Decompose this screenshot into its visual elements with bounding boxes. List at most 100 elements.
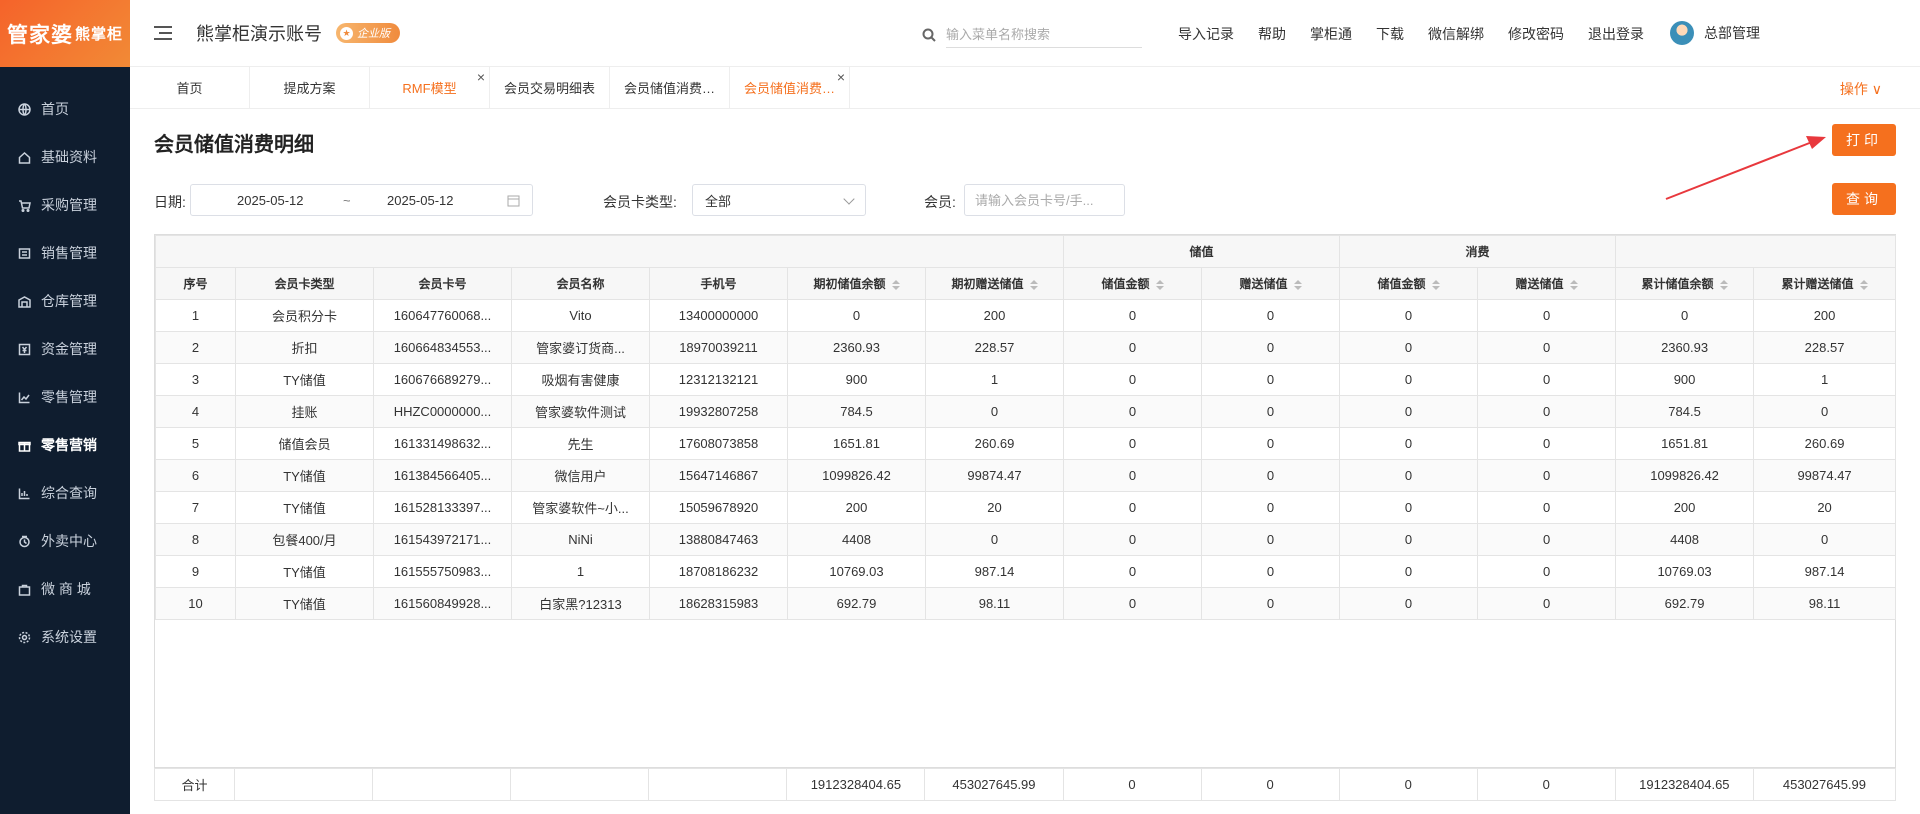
table-cell: 0: [924, 395, 1065, 428]
table-cell: 0: [1477, 331, 1617, 364]
tab-3[interactable]: RMF模型 ×: [370, 67, 490, 108]
table-cell: NiNi: [511, 523, 650, 556]
bar-icon: [18, 488, 30, 499]
top-link-5[interactable]: 微信解绑: [1428, 24, 1484, 44]
sidebar-item-10[interactable]: 外卖中心: [0, 517, 130, 565]
menu-fold-icon[interactable]: [154, 26, 172, 40]
sort-icon[interactable]: [1859, 279, 1868, 290]
top-link-7[interactable]: 退出登录: [1588, 24, 1644, 44]
sidebar-item-6[interactable]: 资金管理: [0, 325, 130, 373]
table-cell: 98.11: [924, 587, 1065, 620]
top-link-3[interactable]: 掌柜通: [1310, 24, 1352, 44]
table-cell: 0: [1339, 459, 1479, 492]
sidebar-item-2[interactable]: 基础资料: [0, 133, 130, 181]
calendar-icon: [507, 195, 520, 207]
tab-label: 提成方案: [283, 81, 336, 96]
table-cell: 200: [1615, 491, 1755, 524]
table-cell: 0: [1201, 299, 1341, 332]
table-row[interactable]: 9 TY储值 161555750983... 1 18708186232 10769.03…: [155, 555, 1897, 588]
column-header: 会员名称: [511, 267, 650, 300]
sort-icon[interactable]: [1293, 279, 1302, 290]
column-header[interactable]: 储值金额: [1339, 267, 1479, 300]
top-link-1[interactable]: 导入记录: [1178, 24, 1234, 44]
date-range-picker[interactable]: 2025-05-12 ~ 2025-05-12: [190, 184, 533, 216]
table-cell: 0: [1339, 555, 1479, 588]
table-cell: 0: [1201, 395, 1341, 428]
sidebar-item-1[interactable]: 首页: [0, 85, 130, 133]
table-cell: 160676689279...: [373, 363, 512, 396]
table-cell: 161331498632...: [373, 427, 512, 460]
column-header[interactable]: 累计储值余额: [1615, 267, 1755, 300]
table-row[interactable]: 7 TY储值 161528133397... 管家婆软件~小... 1505967892…: [155, 491, 1897, 524]
query-button[interactable]: 查询: [1832, 183, 1896, 215]
close-icon[interactable]: ×: [837, 69, 845, 85]
table-row[interactable]: 10 TY储值 161560849928... 白家黑?12313 1862831598…: [155, 587, 1897, 620]
logo-sub: 熊掌柜: [74, 26, 123, 43]
table-row[interactable]: 4 挂账 HHZC0000000... 管家婆软件测试 19932807258 784.5…: [155, 395, 1897, 428]
sales-icon: [18, 247, 31, 259]
sidebar-item-label: 零售管理: [41, 389, 97, 405]
page-tabs: 首页 提成方案 RMF模型 × 会员交易明细表 会员储值消费… 会员储值消费… ×: [130, 67, 1920, 109]
top-link-2[interactable]: 帮助: [1258, 24, 1286, 44]
table-row[interactable]: 8 包餐400/月 161543972171... NiNi 13880847463 44…: [155, 523, 1897, 556]
tab-label: 首页: [176, 81, 203, 96]
column-header[interactable]: 累计赠送储值: [1753, 267, 1897, 300]
sort-icon[interactable]: [891, 279, 900, 290]
table-cell: 161543972171...: [373, 523, 512, 556]
tab-5[interactable]: 会员储值消费…: [610, 67, 730, 108]
tab-1[interactable]: 首页: [130, 67, 250, 108]
sidebar-item-label: 微 商 城: [41, 581, 91, 597]
sort-icon[interactable]: [1155, 279, 1164, 290]
table-row[interactable]: 2 折扣 160664834553... 管家婆订货商... 18970039211 23…: [155, 331, 1897, 364]
table-row[interactable]: 3 TY储值 160676689279... 吸烟有害健康 12312132121 900…: [155, 363, 1897, 396]
column-header[interactable]: 赠送储值: [1201, 267, 1341, 300]
column-header-label: 会员名称: [556, 277, 605, 291]
table-cell: 987.14: [924, 555, 1065, 588]
print-button[interactable]: 打印: [1832, 124, 1896, 156]
table-cell: 0: [1753, 395, 1897, 428]
sort-icon[interactable]: [1029, 279, 1038, 290]
table-cell: 15059678920: [649, 491, 788, 524]
column-header[interactable]: 期初储值余额: [787, 267, 926, 300]
sidebar-item-4[interactable]: 销售管理: [0, 229, 130, 277]
sidebar-item-11[interactable]: 微 商 城: [0, 565, 130, 613]
sidebar-item-12[interactable]: 系统设置: [0, 613, 130, 661]
menu-search-input[interactable]: [946, 22, 1142, 48]
sidebar-item-3[interactable]: 采购管理: [0, 181, 130, 229]
top-link-6[interactable]: 修改密码: [1508, 24, 1564, 44]
tab-operations[interactable]: 操作 ∨: [1840, 79, 1882, 99]
sidebar-item-5[interactable]: 仓库管理: [0, 277, 130, 325]
brand-logo[interactable]: 管家婆 熊掌柜: [0, 0, 130, 67]
table-row[interactable]: 1 会员积分卡 160647760068... Vito 13400000000 0 200…: [155, 299, 1897, 332]
user-menu[interactable]: 总部管理: [1670, 21, 1760, 45]
member-input[interactable]: [964, 184, 1125, 216]
table-cell: 784.5: [1615, 395, 1755, 428]
tab-6[interactable]: 会员储值消费… ×: [730, 67, 850, 108]
column-header[interactable]: 储值金额: [1063, 267, 1203, 300]
column-header-label: 期初储值余额: [813, 277, 886, 291]
card-type-select[interactable]: 全部: [692, 184, 866, 216]
column-header[interactable]: 赠送储值: [1477, 267, 1617, 300]
table-cell: 200: [787, 491, 926, 524]
table-cell: 0: [1201, 331, 1341, 364]
table-cell: 1: [511, 555, 650, 588]
sidebar-item-8[interactable]: 零售营销: [0, 421, 130, 469]
user-name: 总部管理: [1704, 25, 1760, 41]
sort-icon[interactable]: [1719, 279, 1728, 290]
table-cell: 0: [1201, 491, 1341, 524]
table-row[interactable]: 6 TY储值 161384566405... 微信用户 15647146867 10998…: [155, 459, 1897, 492]
table-cell: 15647146867: [649, 459, 788, 492]
close-icon[interactable]: ×: [477, 69, 485, 85]
table-row[interactable]: 5 储值会员 161331498632... 先生 17608073858 1651.81…: [155, 427, 1897, 460]
sidebar-item-9[interactable]: 综合查询: [0, 469, 130, 517]
sidebar-item-7[interactable]: 零售管理: [0, 373, 130, 421]
column-header[interactable]: 期初赠送储值: [924, 267, 1065, 300]
top-link-4[interactable]: 下载: [1376, 24, 1404, 44]
table-cell: 13400000000: [649, 299, 788, 332]
sort-icon[interactable]: [1569, 279, 1578, 290]
tab-2[interactable]: 提成方案: [250, 67, 370, 108]
table-cell: 0: [1063, 299, 1203, 332]
edition-badge: ★ 企业版: [336, 23, 400, 43]
sort-icon[interactable]: [1431, 279, 1440, 290]
tab-4[interactable]: 会员交易明细表: [490, 67, 610, 108]
